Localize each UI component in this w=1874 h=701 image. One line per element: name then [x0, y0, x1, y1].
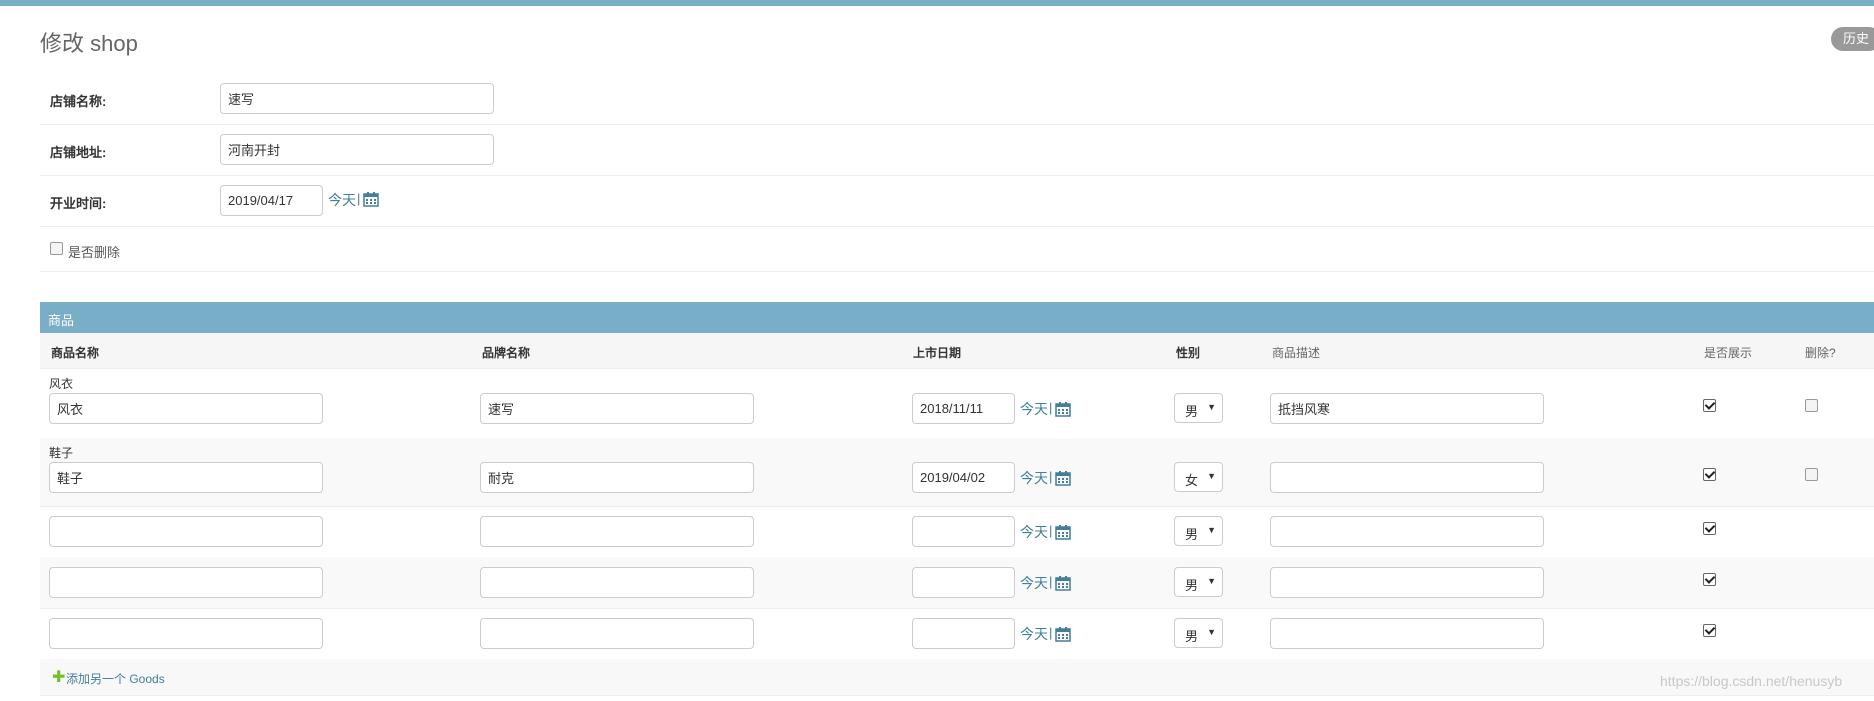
- release-date-input[interactable]: [912, 618, 1015, 649]
- form-row-opening-date: 开业时间: 今天 |: [40, 175, 1874, 227]
- caret-down-icon: ▼: [1207, 627, 1216, 637]
- separator: |: [1049, 469, 1053, 484]
- goods-inline-title: 商品: [48, 313, 75, 328]
- opening-date-label: 开业时间:: [50, 196, 107, 211]
- col-head-name: 商品名称: [51, 346, 100, 360]
- col-head-description: 商品描述: [1272, 346, 1321, 360]
- watermark: https://blog.csdn.net/henusyb: [1660, 673, 1843, 689]
- delete-checkbox[interactable]: [1805, 468, 1818, 481]
- displayed-checkbox[interactable]: [1703, 573, 1716, 586]
- today-link[interactable]: 今天: [1020, 522, 1048, 542]
- description-input[interactable]: [1270, 516, 1544, 547]
- separator: |: [1049, 574, 1053, 589]
- calendar-icon[interactable]: [1055, 626, 1071, 642]
- table-row: 风衣今天|男▼: [40, 369, 1874, 439]
- is-deleted-checkbox[interactable]: [50, 242, 63, 255]
- calendar-icon[interactable]: [363, 191, 379, 207]
- brand-name-input[interactable]: [480, 516, 754, 547]
- delete-checkbox[interactable]: [1805, 399, 1818, 412]
- page-title: 修改 shop: [40, 31, 138, 56]
- today-link[interactable]: 今天: [328, 190, 356, 210]
- today-link[interactable]: 今天: [1020, 468, 1048, 488]
- table-row: 今天 | 男 ▼: [40, 608, 1874, 660]
- calendar-icon[interactable]: [1055, 575, 1071, 591]
- table-row: 鞋子今天|女▼: [40, 438, 1874, 507]
- release-date-input[interactable]: [912, 393, 1015, 424]
- separator: |: [1049, 400, 1053, 415]
- gender-select-value: 男: [1185, 629, 1199, 644]
- separator: |: [357, 191, 361, 206]
- shop-name-input[interactable]: [220, 83, 494, 114]
- calendar-icon[interactable]: [1055, 401, 1071, 417]
- caret-down-icon: ▼: [1207, 525, 1216, 535]
- calendar-icon[interactable]: [1055, 470, 1071, 486]
- caret-down-icon: ▼: [1207, 576, 1216, 586]
- is-deleted-label: 是否删除: [68, 245, 121, 260]
- caret-down-icon: ▼: [1207, 471, 1216, 481]
- opening-date-input[interactable]: [220, 185, 323, 216]
- calendar-icon[interactable]: [1055, 524, 1071, 540]
- displayed-checkbox[interactable]: [1703, 468, 1716, 481]
- brand-name-input[interactable]: [480, 567, 754, 598]
- goods-name-input[interactable]: [49, 567, 323, 598]
- displayed-checkbox[interactable]: [1703, 624, 1716, 637]
- separator: |: [1049, 523, 1053, 538]
- gender-select[interactable]: 男 ▼: [1174, 393, 1223, 423]
- description-input[interactable]: [1270, 393, 1544, 424]
- today-link[interactable]: 今天: [1020, 573, 1048, 593]
- gender-select-value: 男: [1185, 527, 1199, 542]
- shop-name-label: 店铺名称:: [50, 94, 107, 109]
- col-head-release-date: 上市日期: [913, 346, 962, 360]
- form-row-shop-address: 店铺地址:: [40, 124, 1874, 176]
- separator: |: [1049, 625, 1053, 640]
- goods-column-headers: 商品名称 品牌名称 上市日期 性别 商品描述 是否展示 删除?: [40, 333, 1874, 369]
- add-another-goods-link[interactable]: 添加另一个 Goods: [66, 670, 165, 687]
- gender-select[interactable]: 男 ▼: [1174, 567, 1223, 597]
- history-button[interactable]: 历史: [1831, 27, 1874, 51]
- original-label: 鞋子: [49, 446, 74, 460]
- add-another-row: ✚ 添加另一个 Goods: [40, 659, 1874, 696]
- description-input[interactable]: [1270, 567, 1544, 598]
- description-input[interactable]: [1270, 618, 1544, 649]
- description-input[interactable]: [1270, 462, 1544, 493]
- form-row-is-deleted: 是否删除: [40, 226, 1874, 272]
- brand-name-input[interactable]: [480, 462, 754, 493]
- shop-address-input[interactable]: [220, 134, 494, 165]
- original-label: 风衣: [49, 377, 74, 391]
- goods-name-input[interactable]: [49, 516, 323, 547]
- today-link[interactable]: 今天: [1020, 399, 1048, 419]
- form-row-shop-name: 店铺名称:: [40, 73, 1874, 125]
- gender-select-value: 男: [1185, 578, 1199, 593]
- col-head-gender: 性别: [1176, 346, 1201, 360]
- caret-down-icon: ▼: [1207, 402, 1216, 412]
- col-head-brand: 品牌名称: [482, 346, 531, 360]
- release-date-input[interactable]: [912, 516, 1015, 547]
- displayed-checkbox[interactable]: [1703, 399, 1716, 412]
- today-link[interactable]: 今天: [1020, 624, 1048, 644]
- col-head-displayed: 是否展示: [1704, 346, 1753, 360]
- release-date-input[interactable]: [912, 462, 1015, 493]
- gender-select-value: 女: [1185, 473, 1199, 488]
- shop-address-label: 店铺地址:: [50, 145, 107, 160]
- plus-icon[interactable]: ✚: [52, 667, 65, 687]
- gender-select[interactable]: 男 ▼: [1174, 516, 1223, 546]
- table-row: 今天 | 男 ▼: [40, 557, 1874, 609]
- table-row: 今天 | 男 ▼: [40, 506, 1874, 558]
- release-date-input[interactable]: [912, 567, 1015, 598]
- goods-name-input[interactable]: [49, 462, 323, 493]
- brand-name-input[interactable]: [480, 393, 754, 424]
- goods-name-input[interactable]: [49, 393, 323, 424]
- gender-select[interactable]: 男 ▼: [1174, 618, 1223, 648]
- col-head-delete: 删除?: [1805, 346, 1836, 360]
- gender-select-value: 男: [1185, 404, 1199, 419]
- goods-name-input[interactable]: [49, 618, 323, 649]
- brand-name-input[interactable]: [480, 618, 754, 649]
- top-accent-bar: [0, 0, 1874, 6]
- gender-select[interactable]: 女 ▼: [1174, 462, 1223, 492]
- displayed-checkbox[interactable]: [1703, 522, 1716, 535]
- goods-inline-header: 商品: [40, 302, 1874, 333]
